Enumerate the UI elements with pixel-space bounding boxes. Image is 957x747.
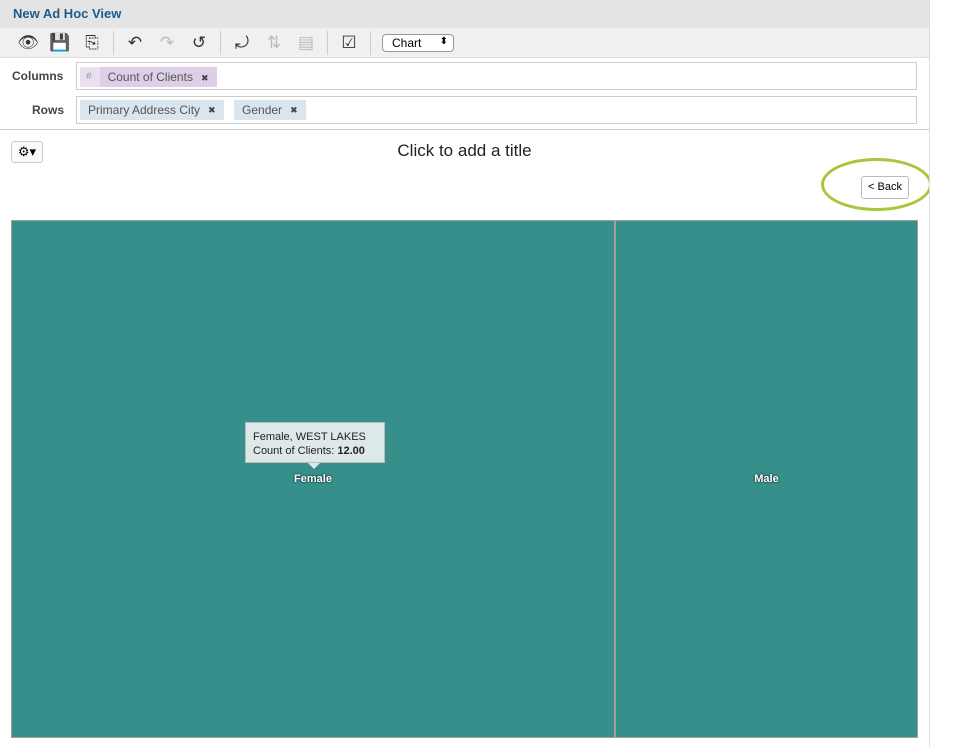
export-icon: ⎘: [85, 32, 99, 52]
redo-icon: ↷: [159, 32, 175, 52]
sort-icon: ⇅: [266, 32, 282, 52]
tooltip: Female, WEST LAKES Count of Clients: 12.…: [245, 422, 385, 469]
tooltip-value: 12.00: [337, 445, 365, 457]
switch-axes-icon: ⤾: [234, 32, 250, 52]
eye-icon: 👁: [17, 32, 39, 52]
rows-well[interactable]: Primary Address City ✖ Gender ✖: [76, 96, 917, 124]
highlight-ring: [821, 158, 932, 211]
tile-label: Male: [754, 473, 779, 485]
pill-text: Gender: [242, 103, 283, 117]
divider: [370, 30, 371, 55]
measure-hash: #: [86, 71, 92, 82]
tile-label: Female: [294, 473, 332, 485]
options-icon: ☑: [341, 32, 357, 52]
save-icon: 💾: [49, 32, 71, 52]
options-button[interactable]: ☑: [333, 31, 365, 55]
columns-label: Columns: [12, 69, 64, 83]
export-button[interactable]: ⎘: [76, 31, 108, 55]
pill-text: Count of Clients: [107, 69, 193, 84]
preview-button[interactable]: 👁: [12, 31, 44, 55]
layout-icon: ▤: [297, 32, 315, 52]
columns-well[interactable]: # Count of Clients ✖: [76, 62, 917, 90]
remove-icon[interactable]: ✖: [208, 105, 216, 116]
undo-all-button[interactable]: ↺: [183, 31, 215, 55]
tooltip-label: Count of Clients:: [253, 445, 338, 457]
treemap-tile-female[interactable]: Female: [12, 221, 614, 737]
divider: [0, 129, 929, 130]
pill-label: Count of Clients ✖: [99, 66, 217, 87]
switch-axes-button[interactable]: ⤾: [226, 31, 258, 55]
rows-label: Rows: [32, 103, 65, 117]
row-pill-gender[interactable]: Gender ✖: [234, 100, 306, 120]
undo-icon: ↶: [127, 32, 143, 52]
column-pill-count-of-clients[interactable]: # Count of Clients ✖: [80, 66, 217, 87]
remove-icon[interactable]: ✖: [290, 105, 298, 116]
window-title: New Ad Hoc View: [0, 0, 929, 28]
layout-button[interactable]: ▤: [290, 31, 322, 55]
divider: [327, 30, 328, 55]
view-type-select[interactable]: Chart: [382, 33, 454, 52]
redo-button[interactable]: ↷: [151, 31, 183, 55]
tooltip-line1: Female, WEST LAKES: [253, 431, 366, 443]
remove-icon[interactable]: ✖: [201, 73, 209, 83]
treemap-chart: Female Male: [11, 220, 918, 738]
save-button[interactable]: 💾: [44, 31, 76, 55]
right-edge: [929, 0, 957, 747]
undo-button[interactable]: ↶: [119, 31, 151, 55]
divider: [220, 30, 221, 55]
undo-all-icon: ↺: [191, 32, 207, 52]
pill-text: Primary Address City: [88, 103, 201, 117]
treemap-tile-male[interactable]: Male: [616, 221, 917, 737]
toolbar: 👁 💾 ⎘ ↶ ↷ ↺ ⤾ ⇅ ▤ ☑ Chart: [0, 28, 929, 58]
divider: [113, 30, 114, 55]
row-pill-primary-address-city[interactable]: Primary Address City ✖: [80, 100, 224, 120]
sort-button[interactable]: ⇅: [258, 31, 290, 55]
tooltip-line2: Count of Clients: 12.00: [253, 444, 377, 458]
chart-title-placeholder[interactable]: Click to add a title: [0, 141, 929, 161]
